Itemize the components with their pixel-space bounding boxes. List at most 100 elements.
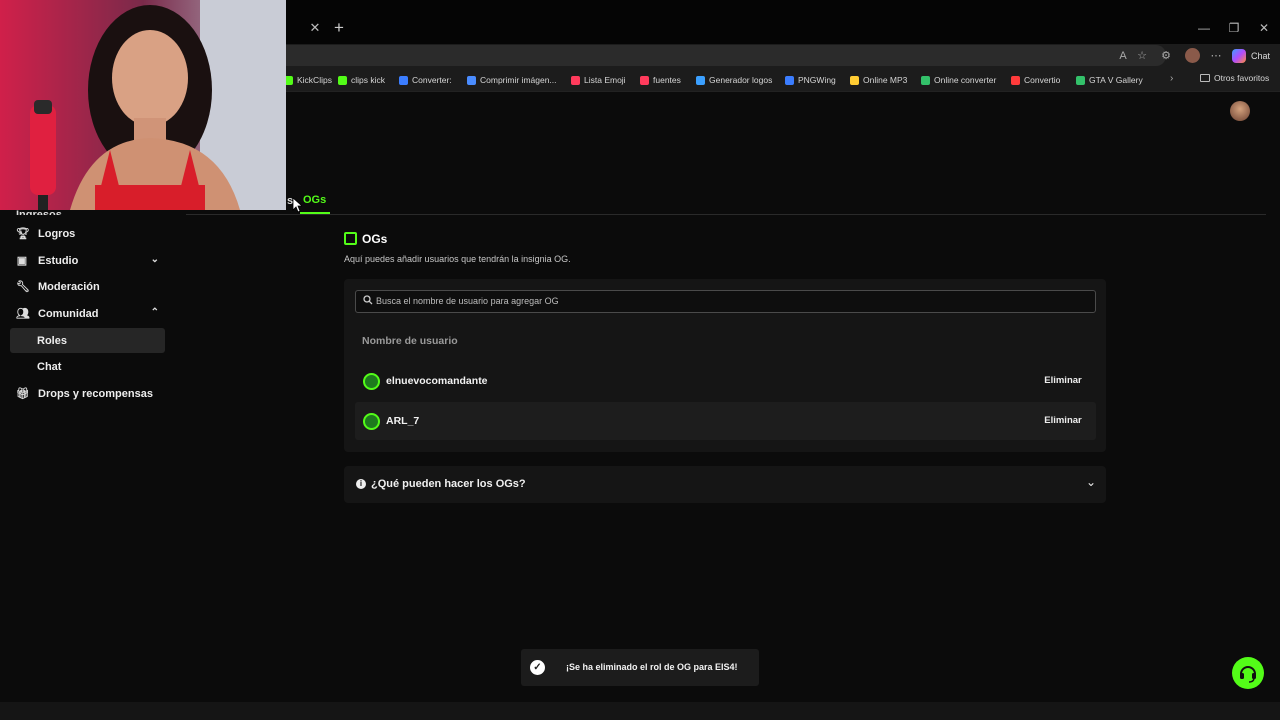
browser-profile-avatar[interactable] bbox=[1185, 48, 1200, 63]
toast-message: ¡Se ha eliminado el rol de OG para EIS4! bbox=[566, 662, 738, 672]
webcam-overlay bbox=[0, 0, 286, 210]
bookmark-label: Comprimir imágen... bbox=[480, 75, 557, 85]
section-description: Aquí puedes añadir usuarios que tendrán … bbox=[344, 254, 571, 264]
bookmark-item[interactable]: Converter: bbox=[399, 73, 452, 87]
bookmark-favicon-icon bbox=[1076, 75, 1085, 85]
table-row: elnuevocomandante Eliminar bbox=[355, 362, 1096, 400]
bookmark-favicon-icon bbox=[785, 75, 794, 85]
info-icon: i bbox=[356, 479, 366, 489]
bookmark-item[interactable]: clips kick bbox=[338, 73, 385, 87]
minimize-icon[interactable]: — bbox=[1196, 20, 1212, 36]
sidebar-item-chat[interactable]: Chat bbox=[10, 354, 165, 379]
bookmark-label: Online MP3 bbox=[863, 75, 908, 85]
support-button[interactable] bbox=[1232, 657, 1264, 689]
faq-question: ¿Qué pueden hacer los OGs? bbox=[371, 478, 526, 490]
toast-notification: ✓ ¡Se ha eliminado el rol de OG para EIS… bbox=[521, 649, 759, 686]
trophy-icon: 🏆︎ bbox=[16, 228, 30, 240]
bookmark-favicon-icon bbox=[1011, 75, 1020, 85]
bookmark-label: fuentes bbox=[653, 75, 681, 85]
headset-icon bbox=[1240, 666, 1256, 683]
bookmark-favicon-icon bbox=[399, 75, 408, 85]
sidebar-item-roles[interactable]: Roles bbox=[10, 328, 165, 353]
taskbar-strip bbox=[0, 702, 1280, 720]
sidebar-item-label: Drops y recompensas bbox=[38, 387, 153, 400]
sidebar-item-estudio[interactable]: ▣ Estudio ⌄ bbox=[10, 248, 165, 273]
bookmark-item[interactable]: KickClips bbox=[284, 73, 332, 87]
bookmark-favicon-icon bbox=[921, 75, 930, 85]
sidebar-item-label: Estudio bbox=[38, 254, 79, 267]
remove-button[interactable]: Eliminar bbox=[1030, 370, 1096, 392]
tab-divider bbox=[186, 214, 1266, 215]
read-aloud-icon[interactable]: A bbox=[1115, 48, 1131, 64]
chevron-up-icon: ⌃ bbox=[150, 307, 159, 318]
tab-ogs[interactable]: OGs bbox=[303, 194, 326, 206]
wrench-icon: 🔧︎ bbox=[16, 281, 30, 293]
avatar bbox=[363, 413, 380, 430]
search-input[interactable] bbox=[376, 296, 1076, 306]
studio-icon: ▣ bbox=[16, 255, 28, 267]
other-favorites[interactable]: Otros favoritos bbox=[1200, 73, 1269, 83]
bookmark-item[interactable]: Comprimir imágen... bbox=[467, 73, 557, 87]
bookmark-item[interactable]: GTA V Gallery bbox=[1076, 73, 1143, 87]
bookmark-favicon-icon bbox=[571, 75, 580, 85]
username[interactable]: elnuevocomandante bbox=[386, 375, 488, 387]
bookmark-favicon-icon bbox=[640, 75, 649, 85]
faq-accordion[interactable]: i ¿Qué pueden hacer los OGs? ⌄ bbox=[344, 466, 1106, 503]
tab-close-icon[interactable]: ✕ bbox=[309, 20, 321, 36]
bookmark-label: clips kick bbox=[351, 75, 386, 85]
bookmark-label: Online converter bbox=[934, 75, 997, 85]
drops-icon: 🎁︎ bbox=[16, 388, 30, 400]
bookmark-item[interactable]: Online MP3 bbox=[850, 73, 907, 87]
copilot-chat-button[interactable]: Chat bbox=[1232, 47, 1270, 65]
bookmark-label: Converter: bbox=[412, 75, 452, 85]
sidebar-item-logros[interactable]: 🏆︎ Logros bbox=[10, 221, 165, 246]
table-row: ARL_7 Eliminar bbox=[355, 402, 1096, 440]
remove-button[interactable]: Eliminar bbox=[1030, 410, 1096, 432]
url-field[interactable] bbox=[286, 45, 1166, 66]
chat-button-label: Chat bbox=[1251, 51, 1271, 61]
favorite-star-icon[interactable]: ☆ bbox=[1134, 48, 1150, 64]
bookmark-item[interactable]: Online converter bbox=[921, 73, 996, 87]
bookmark-item[interactable]: Convertio bbox=[1011, 73, 1060, 87]
new-tab-icon[interactable]: + bbox=[331, 19, 347, 37]
more-menu-icon[interactable]: ⋯ bbox=[1208, 48, 1224, 64]
bookmark-item[interactable]: PNGWing bbox=[785, 73, 836, 87]
search-icon bbox=[363, 295, 373, 307]
bookmark-item[interactable]: Generador logos bbox=[696, 73, 772, 87]
checkmark-icon: ✓ bbox=[530, 660, 545, 675]
restore-icon[interactable]: ❐ bbox=[1226, 20, 1242, 36]
bookmark-favicon-icon bbox=[850, 75, 859, 85]
mouse-cursor-icon bbox=[292, 197, 302, 213]
bookmark-favicon-icon bbox=[696, 75, 705, 85]
column-header-username: Nombre de usuario bbox=[362, 335, 458, 347]
sidebar-item-comunidad[interactable]: 👥︎ Comunidad ⌃ bbox=[10, 301, 165, 326]
bookmark-label: Convertio bbox=[1024, 75, 1061, 85]
user-avatar[interactable] bbox=[1230, 101, 1250, 121]
avatar bbox=[363, 373, 380, 390]
extensions-icon[interactable]: ⚙ bbox=[1158, 48, 1174, 64]
community-icon: 👥︎ bbox=[16, 308, 30, 320]
chevron-down-icon: ⌄ bbox=[1085, 475, 1096, 489]
chevron-down-icon: ⌄ bbox=[150, 254, 159, 265]
sidebar-item-label: Roles bbox=[37, 334, 67, 347]
og-badge-icon bbox=[344, 232, 357, 245]
bookmark-item[interactable]: Lista Emoji bbox=[571, 73, 626, 87]
section-title: OGs bbox=[362, 232, 388, 246]
sidebar-item-drops[interactable]: 🎁︎ Drops y recompensas bbox=[10, 381, 165, 406]
window-close-icon[interactable]: ✕ bbox=[1256, 20, 1272, 36]
bookmark-label: KickClips bbox=[297, 75, 332, 85]
sidebar-item-moderacion[interactable]: 🔧︎ Moderación bbox=[10, 274, 165, 299]
bookmark-favicon-icon bbox=[338, 75, 347, 85]
bookmark-favicon-icon bbox=[467, 75, 476, 85]
other-favorites-label: Otros favoritos bbox=[1214, 73, 1270, 83]
sidebar-item-label: Moderación bbox=[38, 280, 100, 293]
username[interactable]: ARL_7 bbox=[386, 415, 419, 427]
bookmarks-overflow-chevron-icon[interactable]: › bbox=[1170, 73, 1173, 84]
copilot-icon bbox=[1232, 49, 1246, 63]
bookmark-label: Lista Emoji bbox=[584, 75, 626, 85]
sidebar-item-label: Logros bbox=[38, 227, 76, 240]
sidebar-item-label: Chat bbox=[37, 360, 62, 373]
sidebar-item-label: Comunidad bbox=[38, 307, 99, 320]
bookmark-label: PNGWing bbox=[798, 75, 836, 85]
bookmark-item[interactable]: fuentes bbox=[640, 73, 681, 87]
